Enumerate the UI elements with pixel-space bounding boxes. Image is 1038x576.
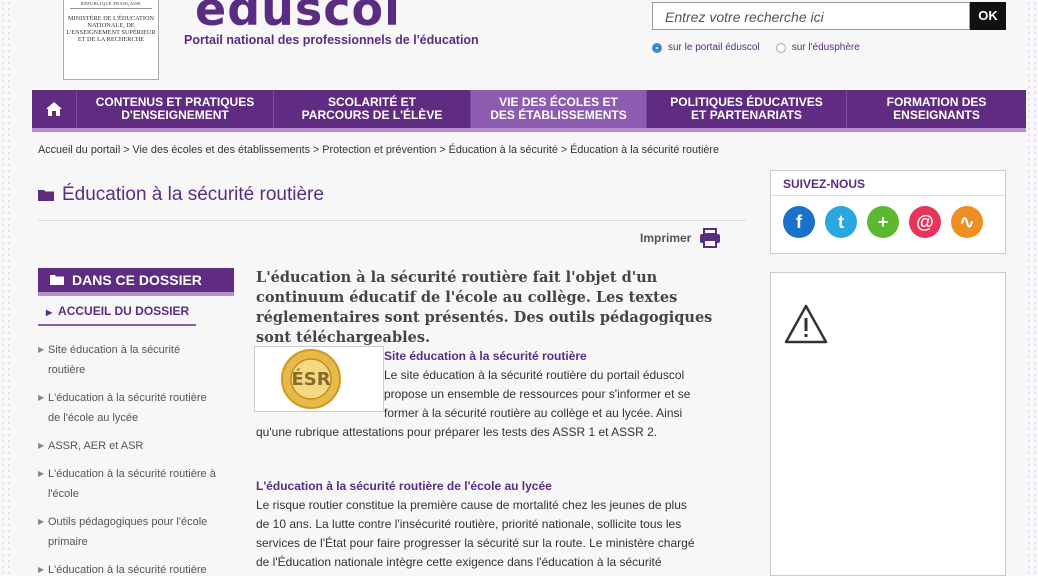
twitter-icon[interactable]: t (825, 206, 857, 238)
nav-item-scolarite[interactable]: SCOLARITÉ ET PARCOURS DE L'ÉLÈVE (274, 90, 471, 128)
dossier-item-label: L'éducation à la sécurité routière de l'… (48, 392, 207, 424)
caret-right-icon: ▶ (38, 469, 45, 478)
follow-us-heading: SUIVEZ-NOUS (771, 171, 1005, 196)
caret-right-icon: ▶ (38, 393, 45, 402)
print-button[interactable]: Imprimer (640, 228, 721, 248)
dossier-item[interactable]: ▶ Site éducation à la sécurité routière (38, 340, 218, 380)
dossier-item-label: L'éducation à la sécurité routière (48, 564, 207, 576)
dossier-item[interactable]: ▶ L'éducation à la sécurité routière à l… (38, 464, 218, 504)
search-scope-options: sur le portail éduscol sur l'édusphère (652, 42, 876, 53)
svg-text:ÉSR: ÉSR (291, 368, 330, 390)
title-divider (38, 220, 746, 221)
folder-icon (50, 275, 64, 285)
nav-item-politiques[interactable]: POLITIQUES ÉDUCATIVES ET PARTENARIATS (647, 90, 847, 128)
site-header: RÉPUBLIQUE FRANÇAISE MINISTÈRE DE L'ÉDUC… (12, 0, 1026, 90)
nav-item-label: SCOLARITÉ ET PARCOURS DE L'ÉLÈVE (301, 95, 443, 122)
nav-item-contenus[interactable]: CONTENUS ET PRATIQUES D'ENSEIGNEMENT (77, 90, 274, 128)
block-text-ecole-line: de 10 ans. La lutte contre l'insécurité … (256, 517, 682, 531)
home-icon (46, 102, 62, 116)
intro-paragraph: L'éducation à la sécurité routière fait … (256, 269, 713, 346)
republique-label: RÉPUBLIQUE FRANÇAISE (70, 1, 152, 9)
page-title-text: Éducation à la sécurité routière (62, 184, 324, 205)
caret-right-icon: ▶ (46, 308, 53, 317)
search-ok-button[interactable]: OK (970, 2, 1006, 30)
page-title: Éducation à la sécurité routière (38, 184, 324, 206)
scope-option-edusphere[interactable]: sur l'édusphère (775, 42, 860, 53)
dossier-item[interactable]: ▶ L'éducation à la sécurité routière de … (38, 388, 218, 428)
nav-item-label: FORMATION DES ENSEIGNANTS (886, 95, 987, 122)
page-side-pattern-right (1026, 0, 1038, 576)
ministry-logo[interactable]: RÉPUBLIQUE FRANÇAISE MINISTÈRE DE L'ÉDUC… (63, 0, 159, 80)
site-tagline: Portail national des professionnels de l… (184, 33, 479, 47)
radio-unchecked-icon[interactable] (775, 42, 786, 53)
rss-icon[interactable]: ∿ (951, 206, 983, 238)
nav-item-label: POLITIQUES ÉDUCATIVES ET PARTENARIATS (670, 95, 823, 122)
block-text-site-line: propose un ensemble de ressources pour s… (384, 387, 691, 401)
content-unavailable-panel (770, 272, 1006, 576)
caret-right-icon: ▶ (38, 565, 45, 574)
page: RÉPUBLIQUE FRANÇAISE MINISTÈRE DE L'ÉDUC… (12, 0, 1026, 576)
page-side-pattern-left (0, 0, 12, 576)
dossier-heading: DANS CE DOSSIER (38, 268, 234, 296)
dossier-item-label: Outils pédagogiques pour l'école primair… (48, 516, 208, 548)
esr-badge-icon: ÉSR (281, 349, 341, 409)
block-text-ecole-line: de l'Éducation nationale intègre cette e… (256, 555, 662, 569)
dossier-item-label: L'éducation à la sécurité routière à l'é… (48, 468, 216, 500)
printer-icon (700, 228, 721, 248)
nav-item-label: CONTENUS ET PRATIQUES D'ENSEIGNEMENT (95, 95, 255, 122)
ministry-label: MINISTÈRE DE L'ÉDUCATION NATIONALE, DE L… (66, 15, 156, 43)
radio-checked-icon[interactable] (652, 42, 662, 53)
dossier-item-label: Site éducation à la sécurité routière (48, 344, 181, 376)
nav-item-formation[interactable]: FORMATION DES ENSEIGNANTS (847, 90, 1026, 128)
eduscol-logo[interactable]: eduscol (195, 0, 401, 36)
dossier-heading-text: DANS CE DOSSIER (72, 272, 202, 288)
print-label: Imprimer (640, 231, 692, 245)
caret-right-icon: ▶ (38, 441, 45, 450)
follow-us-panel: SUIVEZ-NOUS f t + @ ∿ (770, 170, 1006, 254)
main-nav: CONTENUS ET PRATIQUES D'ENSEIGNEMENT SCO… (32, 90, 1026, 132)
folder-icon (38, 190, 54, 201)
dossier-item[interactable]: ▶ ASSR, AER et ASR (38, 436, 218, 456)
scope-option-label: sur le portail éduscol (668, 42, 760, 53)
dossier-home-label: ACCUEIL DU DOSSIER (58, 304, 190, 318)
block-text-ecole-line: services de l'État pour faire progresser… (256, 536, 695, 550)
scope-option-label: sur l'édusphère (791, 42, 860, 53)
warning-icon (784, 304, 828, 344)
facebook-icon[interactable]: f (783, 206, 815, 238)
block-text-site-line: Le site éducation à la sécurité routière… (384, 368, 685, 382)
block-title-site[interactable]: Site éducation à la sécurité routière (384, 349, 587, 363)
block-title-ecole-lycee[interactable]: L'éducation à la sécurité routière de l'… (256, 479, 552, 493)
social-links: f t + @ ∿ (771, 196, 1005, 238)
caret-right-icon: ▶ (38, 517, 45, 526)
dossier-item-label: ASSR, AER et ASR (48, 440, 144, 452)
nav-item-label: VIE DES ÉCOLES ET DES ÉTABLISSEMENTS (490, 95, 627, 122)
block-text-site-line: qu'une rubrique attestations pour prépar… (256, 425, 658, 439)
nav-item-vie-ecoles[interactable]: VIE DES ÉCOLES ET DES ÉTABLISSEMENTS (471, 90, 647, 128)
dossier-item[interactable]: ▶ Outils pédagogiques pour l'école prima… (38, 512, 218, 552)
dossier-menu: DANS CE DOSSIER ▶ ACCUEIL DU DOSSIER ▶ S… (38, 268, 234, 576)
block-text-ecole-line: Le risque routier constitue la première … (256, 498, 687, 512)
dossier-home-link[interactable]: ▶ ACCUEIL DU DOSSIER (38, 304, 196, 326)
scope-option-portail[interactable]: sur le portail éduscol (652, 42, 760, 53)
breadcrumb[interactable]: Accueil du portail > Vie des écoles et d… (38, 144, 719, 156)
caret-right-icon: ▶ (38, 345, 45, 354)
search-input[interactable]: Entrez votre recherche ici (652, 2, 970, 30)
contact-icon[interactable]: @ (909, 206, 941, 238)
plus-icon[interactable]: + (867, 206, 899, 238)
nav-home[interactable] (32, 90, 77, 128)
block-text-site-line: former à la sécurité routière au collège… (384, 406, 683, 420)
securite-routiere-thumbnail[interactable]: ÉSR (254, 346, 384, 412)
dossier-item[interactable]: ▶ L'éducation à la sécurité routière (38, 560, 218, 576)
